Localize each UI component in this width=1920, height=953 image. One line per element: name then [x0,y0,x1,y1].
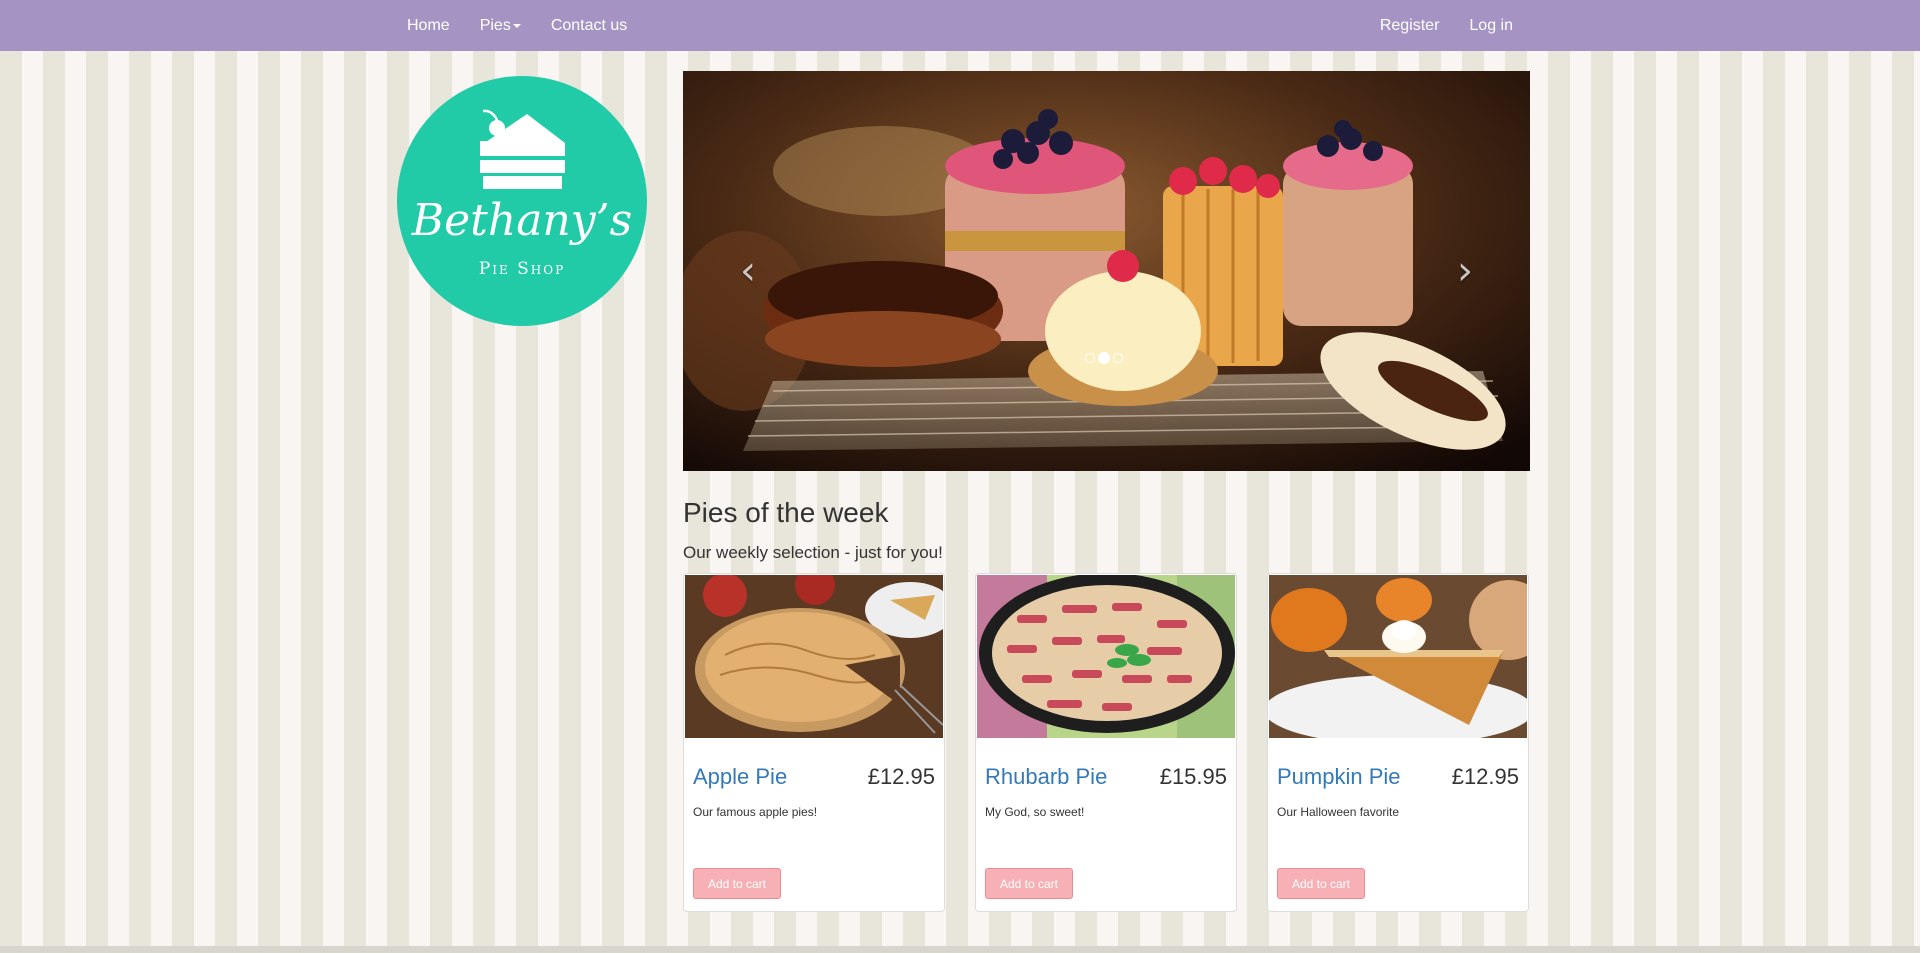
caret-down-icon [512,23,521,28]
pie-card-pumpkin: Pumpkin Pie £12.95 Our Halloween favorit… [1267,573,1529,912]
section-subtitle: Our weekly selection - just for you! [683,543,943,562]
carousel-indicator-3[interactable] [1113,353,1123,363]
logo-script-text: Bethany’s [411,195,633,246]
nav-register-link[interactable]: Register [1365,0,1455,51]
nav-pies-label: Pies [479,17,511,34]
pie-name-link[interactable]: Pumpkin Pie [1277,764,1401,790]
add-to-cart-button[interactable]: Add to cart [985,868,1073,899]
nav-contact-link[interactable]: Contact us [536,0,642,51]
pie-price: £12.95 [1451,764,1519,789]
pie-card-rhubarb: Rhubarb Pie £15.95 My God, so sweet! Add… [975,573,1237,912]
rhubarb-pie-image[interactable] [977,575,1235,738]
section-title: Pies of the week [683,497,889,528]
nav-left: Home Pies Contact us [392,0,642,51]
add-to-cart-button[interactable]: Add to cart [1277,868,1365,899]
logo-subtitle: Pie Shop [478,259,566,279]
pie-card-apple: Apple Pie £12.95 Our famous apple pies! … [683,573,945,912]
nav-pies-dropdown[interactable]: Pies [465,0,536,51]
shop-logo[interactable]: Bethany’s Pie Shop [397,76,647,326]
pie-price: £15.95 [1159,764,1227,789]
bottom-edge [0,946,1920,953]
pie-price: £12.95 [867,764,935,789]
top-navbar: Home Pies Contact us Register Log in [0,0,1920,51]
carousel-indicators [1085,352,1123,364]
carousel-prev-button[interactable]: ‹ [728,251,768,291]
pie-name-link[interactable]: Rhubarb Pie [985,764,1107,790]
pie-name-link[interactable]: Apple Pie [693,764,787,790]
pastries-image [683,71,1530,471]
carousel-next-button[interactable]: › [1445,251,1485,291]
nav-login-link[interactable]: Log in [1454,0,1528,51]
nav-home-link[interactable]: Home [392,0,465,51]
pie-description: My God, so sweet! [985,805,1085,819]
carousel-indicator-2[interactable] [1098,352,1110,364]
nav-right: Register Log in [1365,0,1528,51]
apple-pie-image[interactable] [685,575,943,738]
pie-description: Our famous apple pies! [693,805,818,819]
pumpkin-pie-image[interactable] [1269,575,1527,738]
hero-carousel: ‹ › [683,71,1530,471]
carousel-indicator-1[interactable] [1085,353,1095,363]
add-to-cart-button[interactable]: Add to cart [693,868,781,899]
pie-description: Our Halloween favorite [1277,805,1400,819]
